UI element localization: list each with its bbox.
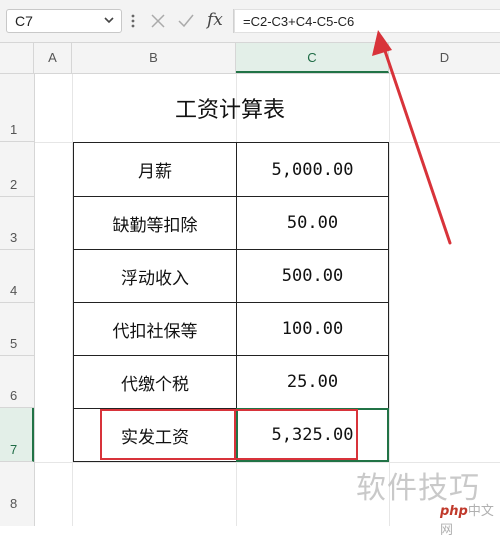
site-logo: php中文网 bbox=[440, 500, 500, 538]
logo-php: php bbox=[440, 504, 468, 519]
annotation-arrow bbox=[372, 30, 452, 245]
